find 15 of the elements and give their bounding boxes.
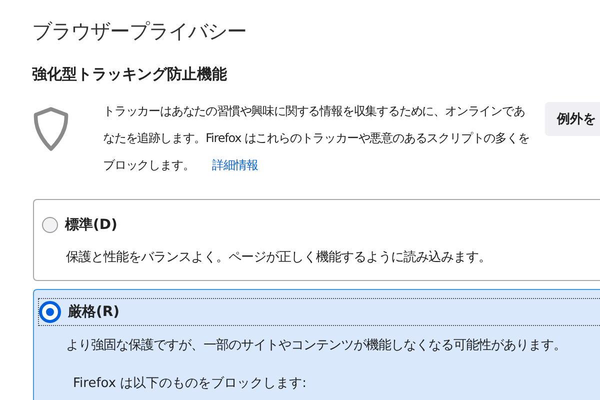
learn-more-link[interactable]: 詳細情報 xyxy=(212,158,258,172)
option-label: 厳格(R) xyxy=(68,303,120,321)
radio-button[interactable] xyxy=(39,301,61,323)
option-label: 標準(D) xyxy=(65,216,118,234)
option-description: より強固な保護ですが、一部のサイトやコンテンツが機能しなくなる可能性があります。 xyxy=(66,337,567,354)
page-title: ブラウザープライバシー xyxy=(32,18,248,45)
shield-icon xyxy=(32,106,70,152)
exceptions-button[interactable]: 例外を xyxy=(545,102,600,136)
option-card[interactable]: 厳格(R) より強固な保護ですが、一部のサイトやコンテンツが機能しなくなる可能性があります。 Firefox は以下のものをブロックします: xyxy=(33,289,600,400)
section-heading: 強化型トラッキング防止機能 xyxy=(32,65,228,84)
option-description: 保護と性能をバランスよく。ページが正しく機能するように読み込みます。 xyxy=(66,249,492,266)
tracking-description: トラッカーはあなたの習慣や興味に関する情報を収集するために、オンラインであなたを追跡します。Firefox はこれらのトラッカーや悪意のあるスクリプトの多くをブロックします。 詳細情報 xyxy=(103,103,530,174)
block-list-heading: Firefox は以下のものをブロックします: xyxy=(73,375,308,392)
option-card[interactable]: 標準(D) 保護と性能をバランスよく。ページが正しく機能するように読み込みます。 xyxy=(33,199,600,281)
radio-button[interactable] xyxy=(42,217,58,233)
